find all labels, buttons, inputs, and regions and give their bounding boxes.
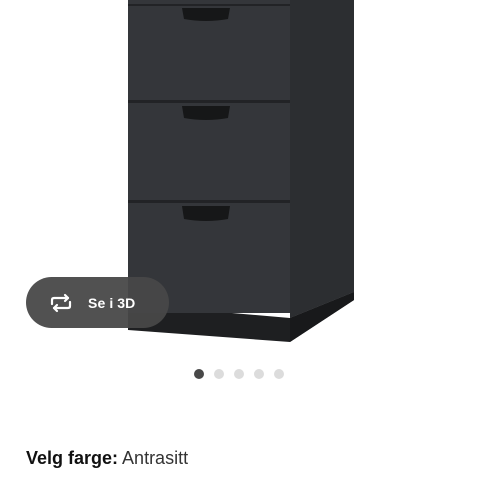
carousel-dot-4[interactable] [254, 369, 264, 379]
drawer-handle-2 [182, 106, 230, 120]
image-carousel-dots [194, 369, 284, 379]
color-selector[interactable]: Velg farge: Antrasitt [26, 448, 188, 469]
selected-color-value: Antrasitt [122, 448, 189, 468]
dresser-side-panel [290, 0, 354, 318]
view-in-3d-button[interactable]: Se i 3D [26, 277, 169, 328]
drawer-gap [128, 200, 290, 203]
color-selector-label: Velg farge: [26, 448, 119, 468]
drawer-handle-1 [182, 8, 230, 21]
drawer-gap [128, 4, 290, 6]
rotate-3d-icon [48, 293, 74, 313]
carousel-dot-2[interactable] [214, 369, 224, 379]
carousel-dot-3[interactable] [234, 369, 244, 379]
drawer-gap [128, 100, 290, 103]
carousel-dot-1[interactable] [194, 369, 204, 379]
product-image-area[interactable]: Se i 3D [0, 0, 480, 350]
view-in-3d-label: Se i 3D [88, 294, 136, 311]
drawer-handle-3 [182, 206, 230, 221]
carousel-dot-5[interactable] [274, 369, 284, 379]
